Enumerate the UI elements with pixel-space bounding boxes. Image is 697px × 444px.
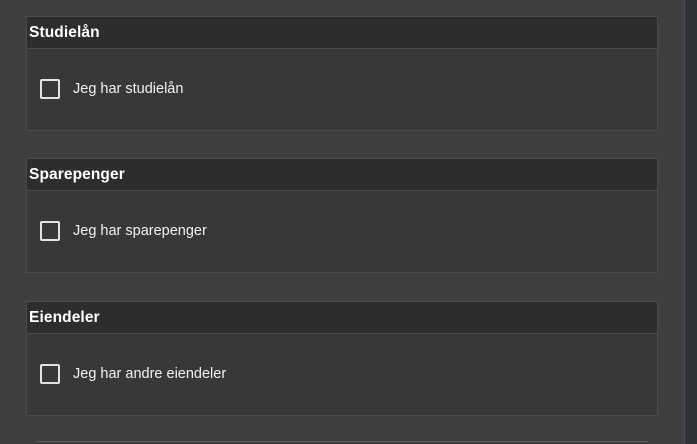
checkbox-label: Jeg har sparepenger xyxy=(73,223,207,239)
checkbox-label: Jeg har studielån xyxy=(73,81,184,97)
eiendeler-checkbox-row[interactable]: Jeg har andre eiendeler xyxy=(40,364,226,384)
sparepenger-checkbox-row[interactable]: Jeg har sparepenger xyxy=(40,221,207,241)
window-right-edge xyxy=(684,0,697,444)
studielan-checkbox-row[interactable]: Jeg har studielån xyxy=(40,79,183,99)
checkbox-label: Jeg har andre eiendeler xyxy=(73,366,227,382)
eiendeler-checkbox[interactable] xyxy=(40,364,60,384)
section-body: Jeg har studielån xyxy=(27,49,657,130)
section-studielan: Studielån Jeg har studielån xyxy=(26,16,658,131)
studielan-checkbox[interactable] xyxy=(40,79,60,99)
section-title: Sparepenger xyxy=(27,159,657,191)
form-content: Studielån Jeg har studielån Sparepenger … xyxy=(0,0,684,444)
section-title: Eiendeler xyxy=(27,302,657,334)
sparepenger-checkbox[interactable] xyxy=(40,221,60,241)
section-sparepenger: Sparepenger Jeg har sparepenger xyxy=(26,158,658,273)
section-body: Jeg har sparepenger xyxy=(27,191,657,272)
section-title: Studielån xyxy=(27,17,657,49)
section-body: Jeg har andre eiendeler xyxy=(27,334,657,415)
section-eiendeler: Eiendeler Jeg har andre eiendeler xyxy=(26,301,658,416)
